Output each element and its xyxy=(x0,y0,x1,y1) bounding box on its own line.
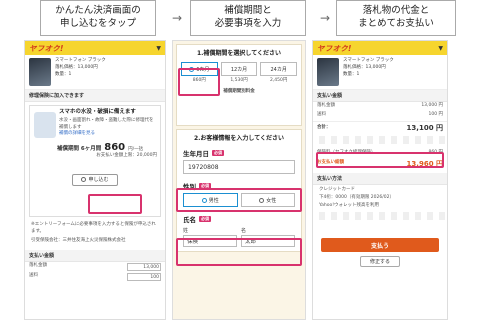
option-24-months[interactable]: 24カ月 xyxy=(260,62,298,76)
insurance-fee-highlight xyxy=(316,152,444,168)
bid-row: 落札金額 13,000 円 xyxy=(317,103,443,108)
offer-description: 水没・画面割れ・故障・盗難した際に修理代を補償します xyxy=(59,118,154,130)
period-question: 1.補償期間を選択してください xyxy=(196,50,282,57)
divider xyxy=(313,136,447,145)
step-2-header: 補償期間と 必要事項を入力 xyxy=(190,0,306,36)
fine-print: ※エントリーフォームに必要事項を入力すると保険が申込されます。 xyxy=(31,222,156,234)
period-label: 補償期間 6ヶ月間 xyxy=(57,145,102,152)
shipping-row: 送料 100 xyxy=(29,272,161,281)
details-link[interactable]: 補償の詳細を見る xyxy=(59,131,157,138)
apply-button[interactable]: 申し込む xyxy=(72,173,118,186)
product-name: スマートフォン ブラック xyxy=(55,58,106,63)
customer-question: 2.お客様情報を入力してください xyxy=(193,135,285,143)
shipping-field[interactable]: 100 xyxy=(127,272,161,281)
payment-section-title: 支払い金額 xyxy=(25,249,165,262)
option-12-months[interactable]: 12カ月 xyxy=(220,62,258,76)
app-header: ヤフオク! ▼ xyxy=(25,41,165,55)
checkout-screen: ヤフオク! ▼ スマートフォン ブラック 落札価格：13,000円 数量：1 修… xyxy=(24,40,166,320)
birth-label: 生年月日 xyxy=(183,150,209,159)
fix-button[interactable]: 修正する xyxy=(360,256,400,268)
yahoo-auction-logo: ヤフオク! xyxy=(317,43,352,53)
insurer-note: 引受保険会社：三井住友海上火災保険株式会社 xyxy=(31,238,126,244)
divider xyxy=(313,212,447,221)
apply-highlight xyxy=(88,194,142,214)
method-section-title: 支払い方法 xyxy=(313,172,447,185)
birthdate-highlight xyxy=(176,188,302,212)
payment-screen: ヤフオク! ▼ スマートフォン ブラック 落札価格：13,000円 数量：1 支… xyxy=(312,40,448,320)
product-summary: スマートフォン ブラック 落札価格：13,000円 数量：1 xyxy=(25,55,165,90)
chevron-down-icon[interactable]: ▼ xyxy=(156,45,161,52)
wallet-note: Yahoo!ウォレット残高を利用 xyxy=(319,202,380,208)
card-label: クレジットカード xyxy=(319,186,355,192)
yahoo-auction-logo: ヤフオク! xyxy=(29,43,64,53)
product-thumbnail xyxy=(317,58,339,86)
product-summary: スマートフォン ブラック 落札価格：13,000円 数量：1 xyxy=(313,55,447,90)
insurance-section-title: 修理保険に加入できます xyxy=(25,90,165,102)
bid-amount-field[interactable]: 13,000 xyxy=(127,262,161,271)
total-row: 合計： 13,100 円 xyxy=(313,121,447,134)
bid-row: 落札金額 13,000 xyxy=(29,262,161,271)
chevron-down-icon[interactable]: ▼ xyxy=(438,45,443,52)
shipping-row: 送料 100 円 xyxy=(317,111,443,117)
step-3-header: 落札物の代金と まとめてお支払い xyxy=(336,0,456,36)
payment-section-title: 支払い金額 xyxy=(313,90,447,102)
premium-price: 860 xyxy=(104,141,126,153)
app-header: ヤフオク! ▼ xyxy=(313,41,447,55)
pay-button[interactable]: 支払う xyxy=(321,238,439,253)
arrow-right-icon: → xyxy=(172,11,183,25)
name-label: 氏名 xyxy=(183,216,196,225)
product-qty: 数量：1 xyxy=(55,71,72,77)
shield-icon xyxy=(34,112,56,138)
offer-title: スマホの水没・破損に備えます xyxy=(59,109,136,115)
period-highlight xyxy=(178,68,220,96)
gender-highlight xyxy=(176,238,302,266)
arrow-right-icon: → xyxy=(320,11,331,25)
product-thumbnail xyxy=(29,58,51,86)
product-price: 落札価格：13,000円 xyxy=(55,64,98,70)
birthdate-input[interactable]: 19720808 xyxy=(183,160,295,175)
step-1-header: かんたん決済画面の 申し込むをタップ xyxy=(40,0,156,36)
checkbox-icon xyxy=(81,177,87,183)
